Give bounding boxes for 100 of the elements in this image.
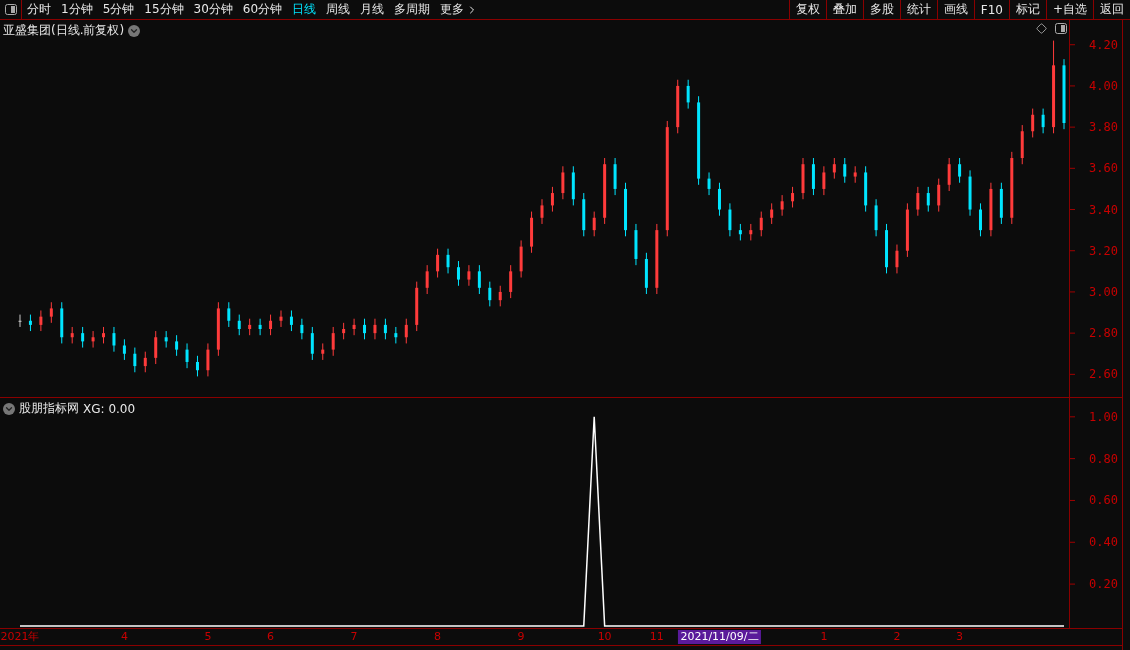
axis-label: 2.60	[1089, 367, 1119, 382]
candlestick	[582, 192, 586, 237]
indicator-title: 股朋指标网	[19, 400, 79, 417]
dropdown-icon[interactable]	[128, 24, 141, 37]
panel-toggle-icon[interactable]	[1055, 23, 1067, 34]
candlestick	[279, 310, 283, 328]
candlestick	[498, 285, 502, 307]
candlestick	[39, 310, 43, 332]
candlestick	[644, 252, 648, 295]
candlestick	[895, 244, 899, 274]
candlestick	[916, 186, 920, 217]
candlestick	[811, 157, 815, 196]
candlestick	[676, 79, 680, 134]
candlestick	[822, 165, 826, 196]
candlestick	[561, 165, 565, 200]
candlestick	[770, 202, 774, 225]
candlestick	[624, 182, 627, 237]
period-tab[interactable]: 周线	[321, 0, 356, 19]
candlestick	[425, 264, 429, 295]
candlestick	[519, 239, 523, 278]
candlestick	[853, 165, 857, 184]
candlestick	[864, 165, 868, 213]
candlestick	[383, 318, 387, 340]
period-tab[interactable]: 1分钟	[56, 0, 98, 19]
candlestick	[592, 211, 596, 237]
date-label: 1	[820, 630, 828, 644]
candlestick	[832, 157, 836, 180]
axis-label: 4.20	[1089, 37, 1119, 52]
date-label: 6	[267, 630, 275, 644]
candlestick	[728, 202, 732, 237]
candlestick	[791, 186, 795, 208]
axis-label: 1.00	[1089, 409, 1119, 424]
diamond-icon[interactable]	[1036, 23, 1047, 34]
candlestick	[958, 157, 962, 184]
toolbar-button[interactable]: 统计	[899, 0, 937, 19]
candlestick	[655, 223, 659, 295]
date-label: 5	[204, 630, 212, 644]
candlestick	[979, 202, 982, 237]
candlestick	[749, 223, 753, 241]
candlestick	[1041, 108, 1045, 134]
candlestick	[613, 157, 617, 196]
candlestick	[415, 281, 419, 332]
candlestick	[989, 182, 993, 237]
candlestick	[175, 334, 179, 357]
toolbar-button[interactable]: 标记	[1008, 0, 1046, 19]
candlestick	[331, 326, 335, 357]
candlestick	[81, 326, 85, 349]
candlestick	[446, 248, 450, 274]
date-label: 7	[350, 630, 358, 644]
candlestick	[49, 301, 53, 324]
candlestick	[509, 264, 513, 299]
candlestick	[718, 182, 721, 217]
candlestick	[686, 79, 690, 110]
axis-label: 3.20	[1089, 243, 1119, 258]
candlestick	[926, 186, 930, 213]
axis-label: 0.80	[1089, 451, 1119, 466]
candlestick	[289, 310, 293, 332]
candlestick	[968, 169, 972, 217]
candlestick	[321, 342, 325, 361]
period-tab[interactable]: 60分钟	[237, 0, 288, 19]
date-label: 2021年	[0, 630, 40, 644]
candlestick	[133, 347, 137, 373]
candlestick	[164, 330, 168, 349]
toolbar-button[interactable]: 返回	[1093, 0, 1130, 19]
candlestick	[102, 326, 105, 344]
candlestick	[634, 223, 638, 266]
candlestick	[122, 338, 126, 361]
candlestick	[457, 260, 460, 287]
panel-toggle-icon	[4, 4, 17, 15]
candlestick	[738, 223, 742, 241]
period-tab[interactable]: 5分钟	[97, 0, 140, 19]
candlestick	[1020, 124, 1024, 165]
period-tab[interactable]: 日线	[287, 0, 322, 19]
toolbar-button[interactable]: 复权	[788, 0, 826, 19]
period-tab[interactable]: 多周期	[389, 0, 436, 19]
axis-label: 3.40	[1089, 202, 1119, 217]
toolbar-button[interactable]: 画线	[936, 0, 974, 19]
candlestick	[947, 157, 951, 192]
toolbar-button[interactable]: +自选	[1045, 0, 1093, 19]
candlestick	[373, 318, 377, 340]
cursor-date-label: 2021/11/09/二	[678, 630, 761, 644]
toolbar-button[interactable]: F10	[973, 0, 1009, 19]
toolbar-button[interactable]: 多股	[862, 0, 900, 19]
axis-label: 3.60	[1089, 161, 1119, 176]
candlestick	[363, 318, 366, 340]
dropdown-icon[interactable]	[3, 402, 15, 415]
candlestick	[60, 301, 64, 344]
date-label: 3	[956, 630, 964, 644]
toolbar-button[interactable]: 叠加	[825, 0, 863, 19]
date-label: 4	[120, 630, 128, 644]
axis-label: 4.00	[1089, 78, 1119, 93]
period-tab[interactable]: 月线	[355, 0, 390, 19]
date-label: 8	[434, 630, 442, 644]
period-tab[interactable]: 分时	[22, 0, 56, 19]
candlestick	[216, 301, 220, 357]
period-tab[interactable]: 更多	[435, 0, 484, 19]
period-tab[interactable]: 30分钟	[188, 0, 238, 19]
candlestick	[801, 157, 805, 200]
period-tab[interactable]: 15分钟	[139, 0, 189, 19]
candlestick	[70, 326, 74, 344]
